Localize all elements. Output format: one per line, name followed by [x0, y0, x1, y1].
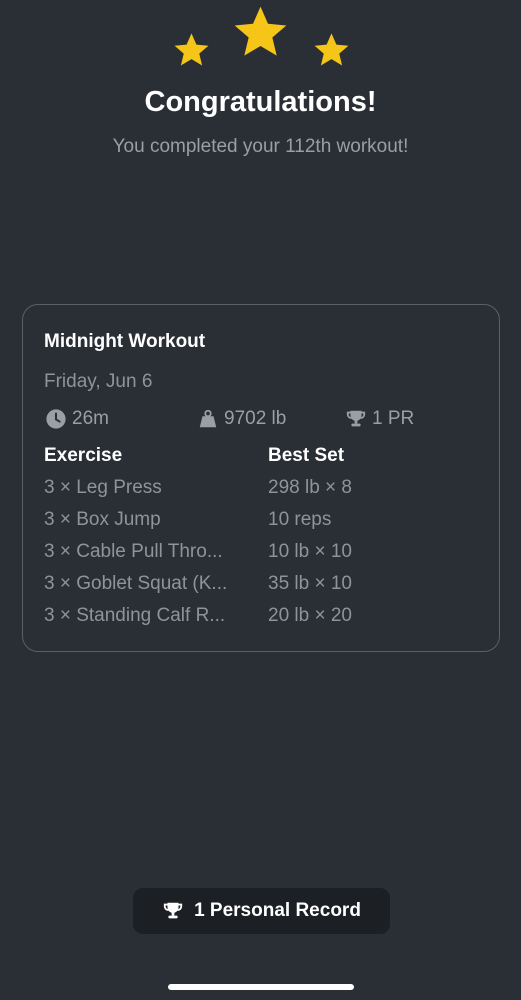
- duration-value: 26m: [72, 408, 109, 429]
- personal-record-button[interactable]: 1 Personal Record: [133, 888, 390, 934]
- workout-name: Midnight Workout: [44, 331, 206, 352]
- home-indicator[interactable]: [168, 984, 354, 990]
- pr-stat: 1 PR: [345, 405, 414, 433]
- volume-value: 9702 lb: [224, 408, 287, 429]
- clock-icon: [45, 408, 72, 430]
- exercise-row: 3 × Box Jump 10 reps: [44, 509, 484, 541]
- exercise-row: 3 × Cable Pull Thro... 10 lb × 10: [44, 541, 484, 573]
- exercise-row: 3 × Leg Press 298 lb × 8: [44, 477, 484, 509]
- best-set-value: 35 lb × 10: [268, 573, 352, 594]
- volume-stat: 9702 lb: [197, 405, 286, 433]
- workout-stats: 26m 9702 lb 1 PR: [44, 405, 484, 433]
- exercise-row: 3 × Goblet Squat (K... 35 lb × 10: [44, 573, 484, 605]
- star-icon: [172, 31, 211, 69]
- personal-record-label: 1 Personal Record: [194, 900, 361, 921]
- exercise-name: 3 × Standing Calf R...: [44, 605, 226, 626]
- workout-count-subtitle: You completed your 112th workout!: [112, 136, 409, 157]
- duration-stat: 26m: [45, 405, 109, 433]
- exercise-name: 3 × Box Jump: [44, 509, 161, 530]
- exercise-list: 3 × Leg Press 298 lb × 8 3 × Box Jump 10…: [44, 477, 484, 637]
- exercise-name: 3 × Goblet Squat (K...: [44, 573, 228, 594]
- workout-date: Friday, Jun 6: [44, 371, 153, 392]
- exercise-row: 3 × Standing Calf R... 20 lb × 20: [44, 605, 484, 637]
- trophy-icon: [345, 408, 372, 430]
- workout-complete-screen: Congratulations! You completed your 112t…: [0, 0, 521, 1000]
- workout-summary-card[interactable]: Midnight Workout Friday, Jun 6 26m 9702 …: [22, 304, 500, 652]
- pr-count: 1 PR: [372, 408, 415, 429]
- best-set-column-header: Best Set: [268, 445, 345, 466]
- exercise-name: 3 × Leg Press: [44, 477, 162, 498]
- trophy-icon: [162, 900, 194, 922]
- congratulations-title: Congratulations!: [144, 86, 377, 118]
- star-icon: [231, 3, 290, 61]
- best-set-value: 10 reps: [268, 509, 332, 530]
- star-icon: [312, 31, 351, 69]
- best-set-value: 20 lb × 20: [268, 605, 352, 626]
- exercise-column-header: Exercise: [44, 445, 123, 466]
- weight-icon: [197, 408, 224, 430]
- exercise-name: 3 × Cable Pull Thro...: [44, 541, 223, 562]
- best-set-value: 10 lb × 10: [268, 541, 352, 562]
- best-set-value: 298 lb × 8: [268, 477, 352, 498]
